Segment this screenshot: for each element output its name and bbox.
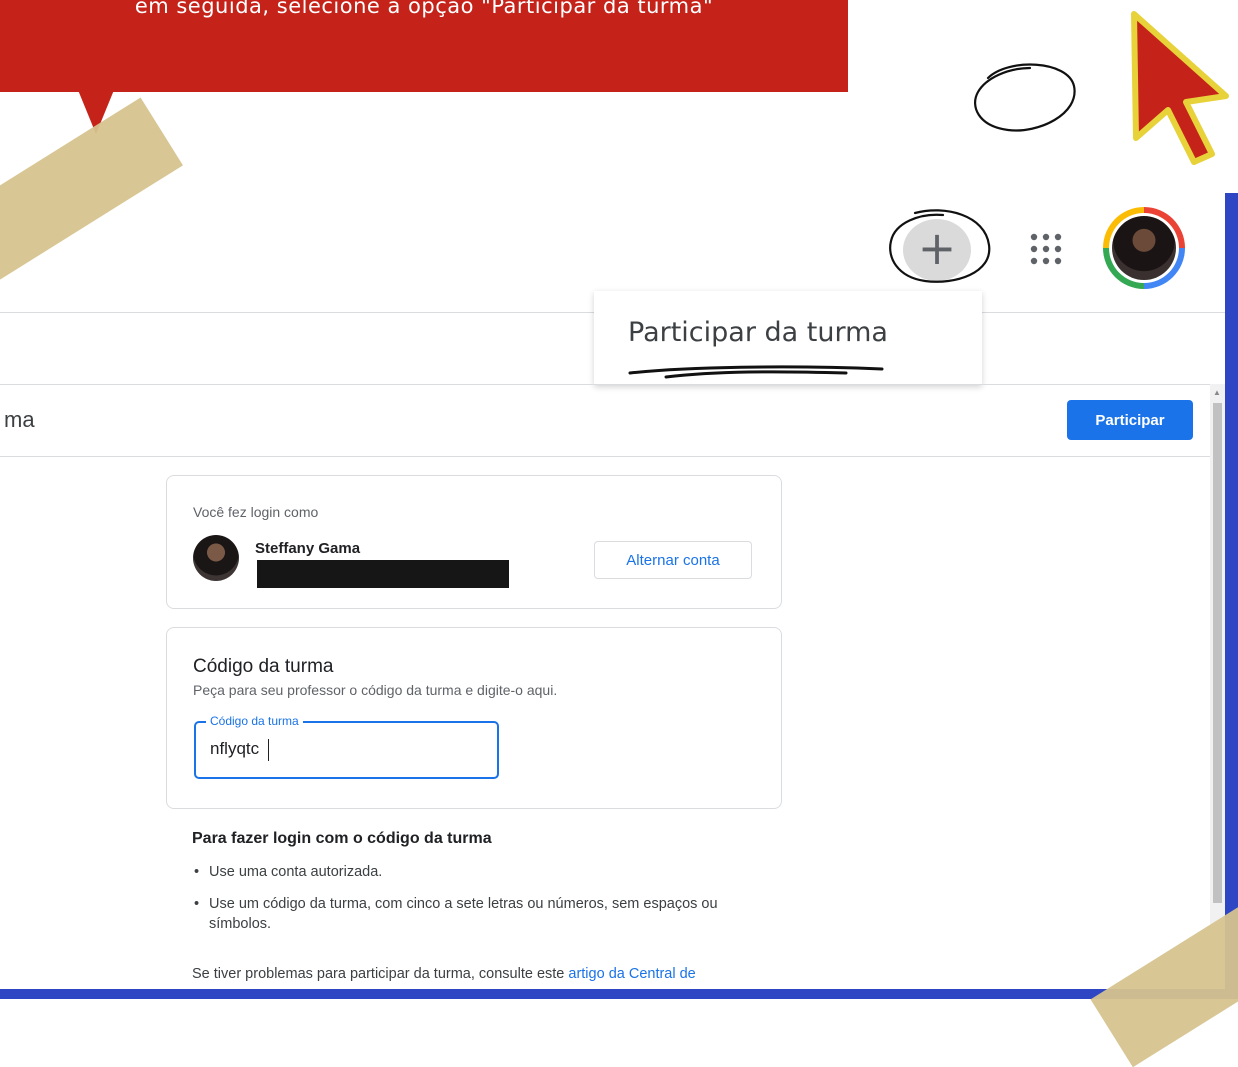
sketch-circle-icon (974, 63, 1076, 132)
underline-scribble-icon (628, 365, 884, 379)
help-item: Use um código da turma, com cinco a sete… (192, 894, 752, 934)
page-title: ma (4, 407, 35, 432)
highlight-circle-icon (889, 209, 991, 283)
class-code-field-label: Código da turma (206, 714, 303, 728)
avatar-ring-inner (1109, 213, 1179, 283)
callout-text: em seguida, selecione a opção "Participa… (134, 0, 714, 18)
account-avatar[interactable] (1103, 207, 1185, 289)
class-code-description: Peça para seu professor o código da turm… (193, 682, 558, 698)
avatar-photo (1112, 216, 1176, 280)
instruction-callout: em seguida, selecione a opção "Participa… (0, 0, 848, 92)
help-list: Use uma conta autorizada. Use um código … (192, 862, 752, 946)
cursor-arrow-icon (1131, 11, 1229, 165)
scroll-up-icon[interactable]: ▲ (1213, 388, 1221, 397)
tape-decoration (0, 97, 183, 293)
help-title: Para fazer login com o código da turma (192, 830, 492, 847)
class-code-card: Código da turma Peça para seu professor … (166, 627, 782, 809)
join-button[interactable]: Participar (1067, 400, 1193, 440)
redacted-email (257, 560, 509, 588)
help-footer: Se tiver problemas para participar da tu… (192, 964, 762, 984)
menu-item-join-class[interactable]: Participar da turma (628, 317, 888, 348)
grid-apps-icon[interactable] (1028, 231, 1064, 267)
frame-border-right (1225, 193, 1238, 999)
help-center-link[interactable]: artigo da Central de (568, 966, 695, 982)
add-menu: Participar da turma (594, 291, 982, 385)
add-button-highlight[interactable]: + (885, 205, 995, 287)
help-item: Use uma conta autorizada. (192, 862, 752, 882)
class-code-field[interactable]: Código da turma (194, 714, 499, 779)
class-code-title: Código da turma (193, 656, 334, 677)
login-card: Você fez login como Steffany Gama Altern… (166, 475, 782, 609)
scrollbar-thumb[interactable] (1213, 403, 1222, 903)
switch-account-button[interactable]: Alternar conta (594, 541, 752, 579)
header-divider-top (0, 384, 1210, 385)
login-label: Você fez login como (193, 504, 319, 520)
header-divider-bottom (0, 456, 1210, 457)
text-caret (268, 739, 269, 761)
user-avatar (193, 535, 239, 581)
frame-border-bottom (0, 989, 1238, 999)
help-footer-text: Se tiver problemas para participar da tu… (192, 966, 569, 982)
class-code-input[interactable] (210, 739, 470, 759)
user-name: Steffany Gama (255, 540, 361, 557)
